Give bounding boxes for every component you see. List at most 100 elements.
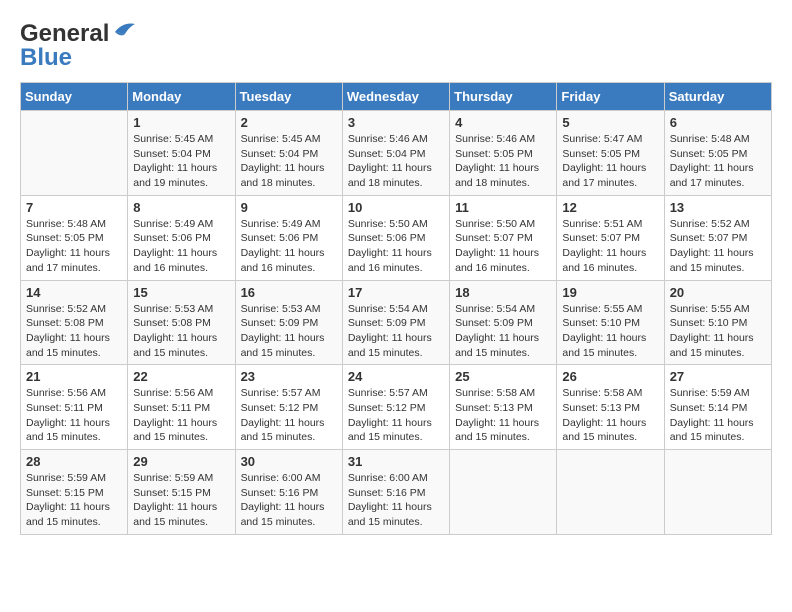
day-number: 22 <box>133 369 229 384</box>
day-number: 5 <box>562 115 658 130</box>
cell-info: Sunrise: 5:53 AM Sunset: 5:08 PM Dayligh… <box>133 302 229 361</box>
day-number: 16 <box>241 285 337 300</box>
calendar-cell: 13 Sunrise: 5:52 AM Sunset: 5:07 PM Dayli… <box>664 195 771 280</box>
calendar-cell: 18 Sunrise: 5:54 AM Sunset: 5:09 PM Dayli… <box>450 280 557 365</box>
cell-info: Sunrise: 5:50 AM Sunset: 5:06 PM Dayligh… <box>348 217 444 276</box>
cell-info: Sunrise: 5:59 AM Sunset: 5:15 PM Dayligh… <box>133 471 229 530</box>
calendar-cell: 24 Sunrise: 5:57 AM Sunset: 5:12 PM Dayli… <box>342 365 449 450</box>
calendar-cell: 4 Sunrise: 5:46 AM Sunset: 5:05 PM Daylig… <box>450 111 557 196</box>
day-number: 2 <box>241 115 337 130</box>
day-number: 26 <box>562 369 658 384</box>
calendar-cell: 3 Sunrise: 5:46 AM Sunset: 5:04 PM Daylig… <box>342 111 449 196</box>
calendar-week-row: 14 Sunrise: 5:52 AM Sunset: 5:08 PM Dayli… <box>21 280 772 365</box>
cell-info: Sunrise: 5:45 AM Sunset: 5:04 PM Dayligh… <box>133 132 229 191</box>
day-number: 21 <box>26 369 122 384</box>
calendar-cell <box>21 111 128 196</box>
cell-info: Sunrise: 6:00 AM Sunset: 5:16 PM Dayligh… <box>348 471 444 530</box>
calendar-cell: 30Sunrise: 6:00 AM Sunset: 5:16 PM Dayli… <box>235 450 342 535</box>
day-number: 6 <box>670 115 766 130</box>
day-number: 10 <box>348 200 444 215</box>
calendar-week-row: 21 Sunrise: 5:56 AM Sunset: 5:11 PM Dayli… <box>21 365 772 450</box>
calendar-cell: 21 Sunrise: 5:56 AM Sunset: 5:11 PM Dayli… <box>21 365 128 450</box>
calendar-header-wednesday: Wednesday <box>342 83 449 111</box>
calendar-cell: 8 Sunrise: 5:49 AM Sunset: 5:06 PM Daylig… <box>128 195 235 280</box>
day-number: 11 <box>455 200 551 215</box>
day-number: 9 <box>241 200 337 215</box>
cell-info: Sunrise: 5:57 AM Sunset: 5:12 PM Dayligh… <box>241 386 337 445</box>
calendar-cell: 12 Sunrise: 5:51 AM Sunset: 5:07 PM Dayli… <box>557 195 664 280</box>
cell-info: Sunrise: 5:46 AM Sunset: 5:05 PM Dayligh… <box>455 132 551 191</box>
day-number: 4 <box>455 115 551 130</box>
cell-info: Sunrise: 5:58 AM Sunset: 5:13 PM Dayligh… <box>455 386 551 445</box>
cell-info: Sunrise: 5:57 AM Sunset: 5:12 PM Dayligh… <box>348 386 444 445</box>
cell-info: Sunrise: 5:52 AM Sunset: 5:07 PM Dayligh… <box>670 217 766 276</box>
cell-info: Sunrise: 5:48 AM Sunset: 5:05 PM Dayligh… <box>26 217 122 276</box>
cell-info: Sunrise: 5:59 AM Sunset: 5:14 PM Dayligh… <box>670 386 766 445</box>
calendar-cell <box>557 450 664 535</box>
day-number: 13 <box>670 200 766 215</box>
day-number: 12 <box>562 200 658 215</box>
day-number: 17 <box>348 285 444 300</box>
day-number: 14 <box>26 285 122 300</box>
cell-info: Sunrise: 5:46 AM Sunset: 5:04 PM Dayligh… <box>348 132 444 191</box>
calendar-cell: 1 Sunrise: 5:45 AM Sunset: 5:04 PM Daylig… <box>128 111 235 196</box>
cell-info: Sunrise: 5:59 AM Sunset: 5:15 PM Dayligh… <box>26 471 122 530</box>
cell-info: Sunrise: 5:52 AM Sunset: 5:08 PM Dayligh… <box>26 302 122 361</box>
cell-info: Sunrise: 5:49 AM Sunset: 5:06 PM Dayligh… <box>133 217 229 276</box>
day-number: 20 <box>670 285 766 300</box>
day-number: 7 <box>26 200 122 215</box>
calendar-cell: 28 Sunrise: 5:59 AM Sunset: 5:15 PM Dayli… <box>21 450 128 535</box>
cell-info: Sunrise: 5:55 AM Sunset: 5:10 PM Dayligh… <box>670 302 766 361</box>
cell-info: Sunrise: 5:47 AM Sunset: 5:05 PM Dayligh… <box>562 132 658 191</box>
calendar-header-row: SundayMondayTuesdayWednesdayThursdayFrid… <box>21 83 772 111</box>
cell-info: Sunrise: 5:48 AM Sunset: 5:05 PM Dayligh… <box>670 132 766 191</box>
cell-info: Sunrise: 5:50 AM Sunset: 5:07 PM Dayligh… <box>455 217 551 276</box>
cell-info: Sunrise: 5:55 AM Sunset: 5:10 PM Dayligh… <box>562 302 658 361</box>
cell-info: Sunrise: 5:53 AM Sunset: 5:09 PM Dayligh… <box>241 302 337 361</box>
calendar-cell <box>450 450 557 535</box>
logo: General Blue <box>20 20 139 72</box>
day-number: 28 <box>26 454 122 469</box>
calendar-header-saturday: Saturday <box>664 83 771 111</box>
day-number: 18 <box>455 285 551 300</box>
day-number: 24 <box>348 369 444 384</box>
calendar-header-monday: Monday <box>128 83 235 111</box>
calendar-cell: 15 Sunrise: 5:53 AM Sunset: 5:08 PM Dayli… <box>128 280 235 365</box>
calendar-cell: 2Sunrise: 5:45 AM Sunset: 5:04 PM Daylig… <box>235 111 342 196</box>
cell-info: Sunrise: 5:54 AM Sunset: 5:09 PM Dayligh… <box>455 302 551 361</box>
calendar-header-sunday: Sunday <box>21 83 128 111</box>
day-number: 29 <box>133 454 229 469</box>
cell-info: Sunrise: 5:56 AM Sunset: 5:11 PM Dayligh… <box>26 386 122 445</box>
day-number: 1 <box>133 115 229 130</box>
calendar-header-friday: Friday <box>557 83 664 111</box>
logo-bird-icon <box>111 18 139 40</box>
calendar-week-row: 7 Sunrise: 5:48 AM Sunset: 5:05 PM Daylig… <box>21 195 772 280</box>
day-number: 19 <box>562 285 658 300</box>
day-number: 25 <box>455 369 551 384</box>
day-number: 31 <box>348 454 444 469</box>
calendar-cell: 27 Sunrise: 5:59 AM Sunset: 5:14 PM Dayli… <box>664 365 771 450</box>
page-header: General Blue <box>20 20 772 72</box>
calendar-cell: 16 Sunrise: 5:53 AM Sunset: 5:09 PM Dayli… <box>235 280 342 365</box>
cell-info: Sunrise: 5:49 AM Sunset: 5:06 PM Dayligh… <box>241 217 337 276</box>
calendar-cell: 25 Sunrise: 5:58 AM Sunset: 5:13 PM Dayli… <box>450 365 557 450</box>
calendar-header-tuesday: Tuesday <box>235 83 342 111</box>
calendar-cell: 23Sunrise: 5:57 AM Sunset: 5:12 PM Dayli… <box>235 365 342 450</box>
cell-info: Sunrise: 5:51 AM Sunset: 5:07 PM Dayligh… <box>562 217 658 276</box>
calendar-cell: 6 Sunrise: 5:48 AM Sunset: 5:05 PM Daylig… <box>664 111 771 196</box>
cell-info: Sunrise: 6:00 AM Sunset: 5:16 PM Dayligh… <box>241 471 337 530</box>
calendar-cell: 9 Sunrise: 5:49 AM Sunset: 5:06 PM Daylig… <box>235 195 342 280</box>
calendar-cell: 29 Sunrise: 5:59 AM Sunset: 5:15 PM Dayli… <box>128 450 235 535</box>
calendar-cell: 17Sunrise: 5:54 AM Sunset: 5:09 PM Dayli… <box>342 280 449 365</box>
cell-info: Sunrise: 5:58 AM Sunset: 5:13 PM Dayligh… <box>562 386 658 445</box>
calendar-cell: 20 Sunrise: 5:55 AM Sunset: 5:10 PM Dayli… <box>664 280 771 365</box>
cell-info: Sunrise: 5:56 AM Sunset: 5:11 PM Dayligh… <box>133 386 229 445</box>
calendar-cell <box>664 450 771 535</box>
day-number: 27 <box>670 369 766 384</box>
day-number: 8 <box>133 200 229 215</box>
day-number: 15 <box>133 285 229 300</box>
logo-blue: Blue <box>20 44 72 72</box>
day-number: 3 <box>348 115 444 130</box>
calendar-cell: 7 Sunrise: 5:48 AM Sunset: 5:05 PM Daylig… <box>21 195 128 280</box>
calendar-cell: 26 Sunrise: 5:58 AM Sunset: 5:13 PM Dayli… <box>557 365 664 450</box>
